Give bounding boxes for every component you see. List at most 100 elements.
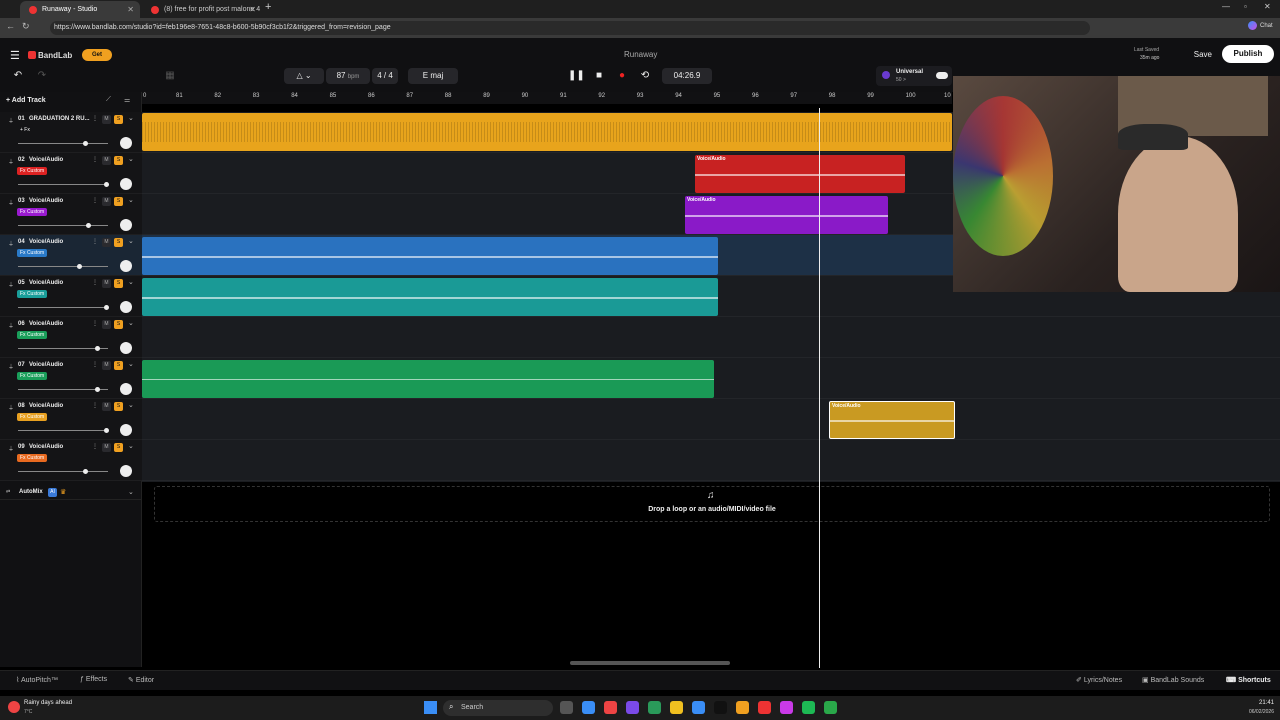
- universal-toggle[interactable]: [936, 72, 948, 79]
- pan-knob[interactable]: [120, 137, 132, 149]
- track-header[interactable]: ⏚ 04 Voice/Audio ⋮ M S ⌄ Fx Custom: [0, 235, 142, 276]
- volume-slider[interactable]: [18, 307, 108, 308]
- taskbar-app-icon[interactable]: [670, 701, 683, 714]
- pan-knob[interactable]: [120, 424, 132, 436]
- volume-slider-thumb[interactable]: [104, 428, 110, 433]
- fx-badge[interactable]: Fx Custom: [17, 413, 48, 421]
- effects-button[interactable]: ƒ Effects: [80, 676, 107, 683]
- chevron-down-icon[interactable]: ⌄: [128, 196, 134, 204]
- solo-button[interactable]: S: [114, 320, 123, 329]
- volume-slider[interactable]: [18, 430, 108, 431]
- track-name[interactable]: Voice/Audio: [29, 239, 63, 245]
- mute-button[interactable]: M: [102, 156, 111, 165]
- audio-clip[interactable]: [142, 237, 718, 275]
- save-button[interactable]: Save: [1172, 47, 1212, 63]
- sounds-button[interactable]: ▣ BandLab Sounds: [1142, 676, 1204, 684]
- more-icon[interactable]: ⋮: [92, 279, 98, 286]
- track-name[interactable]: Voice/Audio: [29, 198, 63, 204]
- track-header[interactable]: ⏚ 09 Voice/Audio ⋮ M S ⌄ Fx Custom: [0, 440, 142, 481]
- get-button[interactable]: Get: [82, 49, 112, 61]
- volume-slider[interactable]: [18, 471, 108, 472]
- more-icon[interactable]: ⋮: [92, 156, 98, 163]
- maximize-icon[interactable]: ▫: [1244, 2, 1247, 11]
- chevron-down-icon[interactable]: ⌄: [128, 278, 134, 286]
- taskbar-app-icon[interactable]: [780, 701, 793, 714]
- settings-sliders-icon[interactable]: ⚌: [124, 96, 134, 106]
- drop-zone[interactable]: ♫ Drop a loop or an audio/MIDI/video fil…: [154, 486, 1270, 522]
- audio-clip[interactable]: [142, 360, 714, 398]
- close-icon[interactable]: ✕: [127, 1, 134, 18]
- audio-clip[interactable]: [142, 278, 718, 316]
- fx-badge[interactable]: Fx Custom: [17, 290, 48, 298]
- volume-slider-thumb[interactable]: [77, 264, 83, 269]
- timeline-ruler[interactable]: 0 81 82 83 84 85 86 87 88 89 90 91 92 93 94 95 96 97 98 99 1…: [142, 92, 952, 104]
- chevron-down-icon[interactable]: ⌄: [128, 114, 134, 122]
- audio-clip[interactable]: [142, 113, 952, 151]
- taskbar-app-icon[interactable]: [824, 701, 837, 714]
- time-signature[interactable]: 4 / 4: [372, 68, 398, 84]
- audio-clip-selected[interactable]: Voice/Audio: [829, 401, 955, 439]
- chevron-down-icon[interactable]: ⌄: [128, 401, 134, 409]
- track-header[interactable]: ⏚ 05 Voice/Audio ⋮ M S ⌄ Fx Custom: [0, 276, 142, 317]
- pan-knob[interactable]: [120, 301, 132, 313]
- pan-knob[interactable]: [120, 219, 132, 231]
- more-icon[interactable]: ⋮: [92, 197, 98, 204]
- windows-start-icon[interactable]: [424, 701, 437, 714]
- clock-time[interactable]: 21:41: [1200, 700, 1274, 706]
- volume-slider-thumb[interactable]: [82, 141, 88, 146]
- volume-slider-thumb[interactable]: [82, 469, 88, 474]
- track-header[interactable]: ⏚ 03 Voice/Audio ⋮ M S ⌄ Fx Custom: [0, 194, 142, 235]
- horizontal-scrollbar[interactable]: [570, 661, 730, 665]
- track-header[interactable]: ⏚ 08 Voice/Audio ⋮ M S ⌄ Fx Custom: [0, 399, 142, 440]
- volume-slider-thumb[interactable]: [86, 223, 92, 228]
- mute-button[interactable]: M: [102, 115, 111, 124]
- solo-button[interactable]: S: [114, 279, 123, 288]
- record-icon[interactable]: ●: [614, 68, 630, 84]
- reload-icon[interactable]: ↻: [22, 21, 30, 32]
- taskbar-app-icon[interactable]: [758, 701, 771, 714]
- volume-slider-thumb[interactable]: [104, 182, 110, 187]
- more-icon[interactable]: ⋮: [92, 115, 98, 122]
- lane-8[interactable]: Voice/Audio: [142, 399, 1280, 440]
- fx-badge[interactable]: Fx Custom: [17, 454, 48, 462]
- chevron-down-icon[interactable]: ⌄: [128, 442, 134, 450]
- taskbar-app-icon[interactable]: [736, 701, 749, 714]
- solo-button[interactable]: S: [114, 156, 123, 165]
- project-title[interactable]: Runaway: [624, 50, 657, 59]
- weather-icon[interactable]: [8, 701, 20, 713]
- fx-badge[interactable]: Fx Custom: [17, 167, 48, 175]
- back-icon[interactable]: ←: [6, 21, 15, 31]
- chevron-down-icon[interactable]: ⌄: [128, 155, 134, 163]
- fx-badge[interactable]: Fx Custom: [17, 208, 48, 216]
- mute-button[interactable]: M: [102, 279, 111, 288]
- mute-button[interactable]: M: [102, 361, 111, 370]
- volume-slider-thumb[interactable]: [104, 305, 110, 310]
- taskbar-app-icon[interactable]: [560, 701, 573, 714]
- mute-button[interactable]: M: [102, 197, 111, 206]
- audio-clip[interactable]: Voice/Audio: [685, 196, 888, 234]
- more-icon[interactable]: ⋮: [92, 402, 98, 409]
- universal-control[interactable]: Universal 50 >: [876, 66, 952, 86]
- pan-knob[interactable]: [120, 465, 132, 477]
- publish-button[interactable]: Publish: [1222, 45, 1274, 63]
- chevron-down-icon[interactable]: ⌄: [128, 319, 134, 327]
- taskbar-app-icon[interactable]: [648, 701, 661, 714]
- fx-badge[interactable]: Fx Custom: [17, 331, 48, 339]
- grid-icon[interactable]: ▦: [162, 68, 178, 84]
- more-icon[interactable]: ⋮: [92, 443, 98, 450]
- track-name[interactable]: Voice/Audio: [29, 362, 63, 368]
- mute-button[interactable]: M: [102, 320, 111, 329]
- track-name[interactable]: Voice/Audio: [29, 280, 63, 286]
- mute-button[interactable]: M: [102, 443, 111, 452]
- undo-icon[interactable]: ↶: [10, 68, 26, 84]
- lane-7[interactable]: [142, 358, 1280, 399]
- track-name[interactable]: Voice/Audio: [29, 444, 63, 450]
- stop-icon[interactable]: ■: [591, 68, 607, 84]
- close-icon[interactable]: ✕: [249, 1, 256, 18]
- bpm-control[interactable]: 87 bpm: [326, 68, 370, 84]
- track-name[interactable]: Voice/Audio: [29, 157, 63, 163]
- track-name[interactable]: GRADUATION 2 RU...: [29, 116, 90, 122]
- wand-icon[interactable]: ⟋: [106, 96, 116, 106]
- loop-icon[interactable]: ⟲: [637, 68, 653, 84]
- taskbar-search[interactable]: ⌕ Search: [443, 700, 553, 716]
